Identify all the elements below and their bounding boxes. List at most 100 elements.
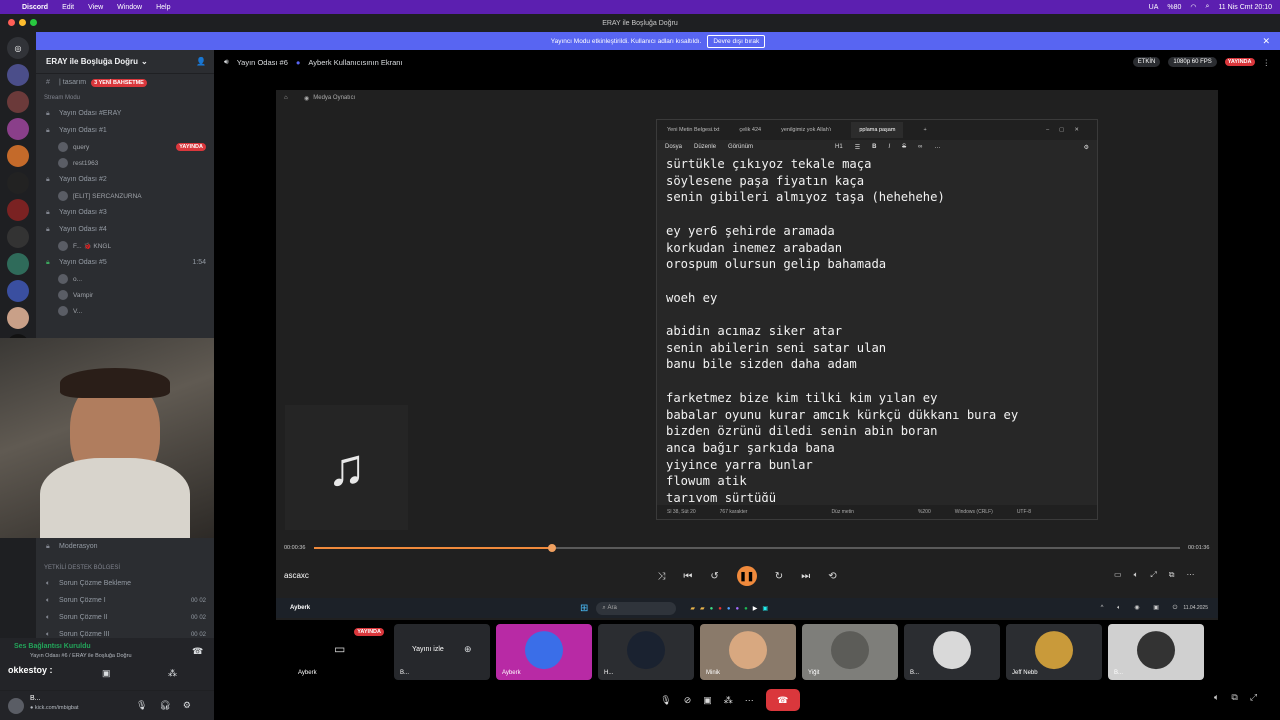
voice-channel-path[interactable]: Yayın Odası #6 / ERAY ile Boşluğa Doğru xyxy=(30,653,132,659)
volume-icon[interactable]: 🔈︎ xyxy=(1214,692,1219,703)
wifi-icon[interactable]: ◠ xyxy=(1190,3,1196,11)
volume-icon[interactable]: 🔈︎ xyxy=(1134,570,1139,580)
camera-off-icon[interactable]: ⊘ xyxy=(684,695,692,706)
strikethrough-icon[interactable]: S xyxy=(902,144,906,150)
participant-tile[interactable]: Jeff Nebb xyxy=(1006,624,1102,680)
participant-tile[interactable]: H... xyxy=(598,624,694,680)
taskbar-search[interactable]: ⌕ Ara xyxy=(596,601,677,615)
home-discord-icon[interactable]: ◎ xyxy=(7,37,29,59)
shuffle-icon[interactable]: ⤨ xyxy=(657,571,665,582)
system-tray[interactable]: ^ 🔈︎ ◉ ▣ ⏻11.04.2025 xyxy=(1101,604,1208,612)
menu-edit[interactable]: Edit xyxy=(62,4,74,11)
link-icon[interactable]: ∞ xyxy=(918,144,922,150)
window-controls[interactable]: –▢✕ xyxy=(1046,127,1089,133)
notepad-tab[interactable]: yenilgimiz yok Allah'ı xyxy=(781,127,831,133)
voice-user[interactable]: query YAYINDA xyxy=(36,139,214,155)
language-indicator[interactable]: UA xyxy=(1149,4,1159,11)
disable-streamer-mode-button[interactable]: Devre dışı bırak xyxy=(707,34,766,48)
voice-channel[interactable]: 🔒︎ Yayın Odası #5 1:54 xyxy=(36,254,214,271)
server-icon[interactable] xyxy=(7,145,29,167)
zoom-icon[interactable]: ⊕ xyxy=(464,644,472,655)
close-icon[interactable]: ✕ xyxy=(1262,36,1270,47)
italic-icon[interactable]: I xyxy=(888,144,890,150)
server-icon[interactable] xyxy=(7,64,29,86)
channel-tasarim[interactable]: # | tasarım 3 YENİ BAHSETME xyxy=(36,74,214,91)
voice-user[interactable]: [ELIT] SERCANZURNA xyxy=(36,188,214,204)
avatar[interactable] xyxy=(8,698,24,714)
server-icon[interactable] xyxy=(7,280,29,302)
participant-tile[interactable]: ▭ YAYINDA Ayberk xyxy=(292,624,388,680)
active-pill[interactable]: ETKİN xyxy=(1132,57,1161,67)
voice-channel[interactable]: 🔒︎ Yayın Odası #3 xyxy=(36,204,214,221)
list-icon[interactable]: ☰ xyxy=(855,144,860,151)
support-channel[interactable]: 🔈︎ Sorun Çözme II 00 02 xyxy=(36,609,214,626)
server-icon[interactable] xyxy=(7,118,29,140)
popout-icon[interactable]: ⧉ xyxy=(1231,692,1237,703)
server-icon[interactable] xyxy=(7,172,29,194)
participant-tile[interactable]: Yiğit xyxy=(802,624,898,680)
voice-status[interactable]: Ses Bağlantısı Kuruldu xyxy=(14,643,91,650)
search-icon[interactable]: ⌕ xyxy=(1206,3,1210,11)
more-icon[interactable]: ⋮ xyxy=(1263,58,1271,67)
menu-view[interactable]: Görünüm xyxy=(728,144,753,150)
repeat-off-icon[interactable]: ⟲ xyxy=(828,571,836,582)
participant-tile[interactable]: Yayını izle ⊕ B... xyxy=(394,624,490,680)
menu-window[interactable]: Window xyxy=(117,4,142,11)
watch-stream-button[interactable]: Yayını izle xyxy=(412,646,444,653)
forward-icon[interactable]: ↻ xyxy=(775,571,783,582)
participant-tile[interactable]: B... xyxy=(1108,624,1204,680)
notepad-tab[interactable]: Yeni Metin Belgesi.txt xyxy=(667,127,719,133)
clock[interactable]: 11 Nis Cmt 20:10 xyxy=(1218,4,1272,11)
more-icon[interactable]: ⋯ xyxy=(1187,570,1195,580)
menu-app-name[interactable]: Discord xyxy=(22,4,48,11)
microphone-icon[interactable]: 🎙︎ xyxy=(136,700,147,711)
end-call-button[interactable]: ☎ xyxy=(765,689,800,711)
support-channel[interactable]: 🔈︎ Sorun Çözme I 00 02 xyxy=(36,592,214,609)
notepad-tab-active[interactable]: pplama paşam xyxy=(851,122,904,138)
participant-tile[interactable]: Ayberk xyxy=(496,624,592,680)
server-header[interactable]: ERAY ile Boşluğa Doğru ⌄ 👤 xyxy=(36,50,214,74)
miniplayer-icon[interactable]: ▭ xyxy=(1114,570,1122,580)
server-icon[interactable] xyxy=(7,307,29,329)
voice-user[interactable]: V... xyxy=(36,303,214,319)
minimize-window-button[interactable] xyxy=(19,19,26,26)
rewind-icon[interactable]: ↺ xyxy=(710,571,718,582)
more-icon[interactable]: ⋯ xyxy=(745,695,754,706)
bold-icon[interactable]: B xyxy=(872,144,876,150)
fullscreen-icon[interactable]: ⤢ xyxy=(1250,692,1257,703)
voice-user[interactable]: o... xyxy=(36,271,214,287)
previous-icon[interactable]: ⏮ xyxy=(683,571,692,582)
voice-channel[interactable]: 🔒︎ Yayın Odası #4 xyxy=(36,221,214,238)
voice-channel[interactable]: 🔒︎ Yayın Odası #2 xyxy=(36,171,214,188)
new-tab-icon[interactable]: + xyxy=(923,127,926,133)
pip-icon[interactable]: ⧉ xyxy=(1169,570,1175,580)
screen-share-icon[interactable]: ▣ xyxy=(703,695,712,706)
server-icon[interactable] xyxy=(7,91,29,113)
gear-icon[interactable]: ⚙ xyxy=(183,700,191,711)
notepad-window[interactable]: Yeni Metin Belgesi.txt çelik 424 yenilgi… xyxy=(656,119,1098,520)
voice-user[interactable]: F... 🐞 KNGL xyxy=(36,238,214,254)
notepad-tab[interactable]: çelik 424 xyxy=(739,127,761,133)
voice-user[interactable]: rest1963 xyxy=(36,155,214,171)
add-user-icon[interactable]: 👤 xyxy=(196,57,206,66)
windows-start-icon[interactable]: ⊞ xyxy=(580,603,588,614)
server-icon[interactable] xyxy=(7,253,29,275)
participant-tile[interactable]: Minik xyxy=(700,624,796,680)
microphone-icon[interactable]: 🎙︎ xyxy=(660,695,671,706)
settings-icon[interactable]: ⚙ xyxy=(1084,144,1089,151)
screen-share-icon[interactable]: ▣ xyxy=(102,668,111,679)
voice-user[interactable]: Vampir xyxy=(36,287,214,303)
menu-edit[interactable]: Düzenle xyxy=(694,144,716,150)
support-category[interactable]: YETKİLİ DESTEK BÖLGESİ xyxy=(36,561,214,575)
quality-pill[interactable]: 1080p 60 FPS xyxy=(1168,57,1217,67)
user-name[interactable]: B... xyxy=(30,695,41,702)
voice-channel[interactable]: 🔒︎ Yayın Odası #1 xyxy=(36,122,214,139)
support-channel[interactable]: 🔈︎ Sorun Çözme Bekleme xyxy=(36,575,214,592)
taskbar-apps[interactable]: ▰▰●●●●●▶▣ xyxy=(690,605,773,612)
headphones-icon[interactable]: 🎧︎ xyxy=(159,700,170,711)
more-icon[interactable]: … xyxy=(934,144,940,150)
next-icon[interactable]: ⏭ xyxy=(801,571,810,582)
server-icon[interactable] xyxy=(7,226,29,248)
home-icon[interactable]: ⌂ xyxy=(284,95,288,101)
activity-icon[interactable]: ⁂ xyxy=(168,668,177,679)
